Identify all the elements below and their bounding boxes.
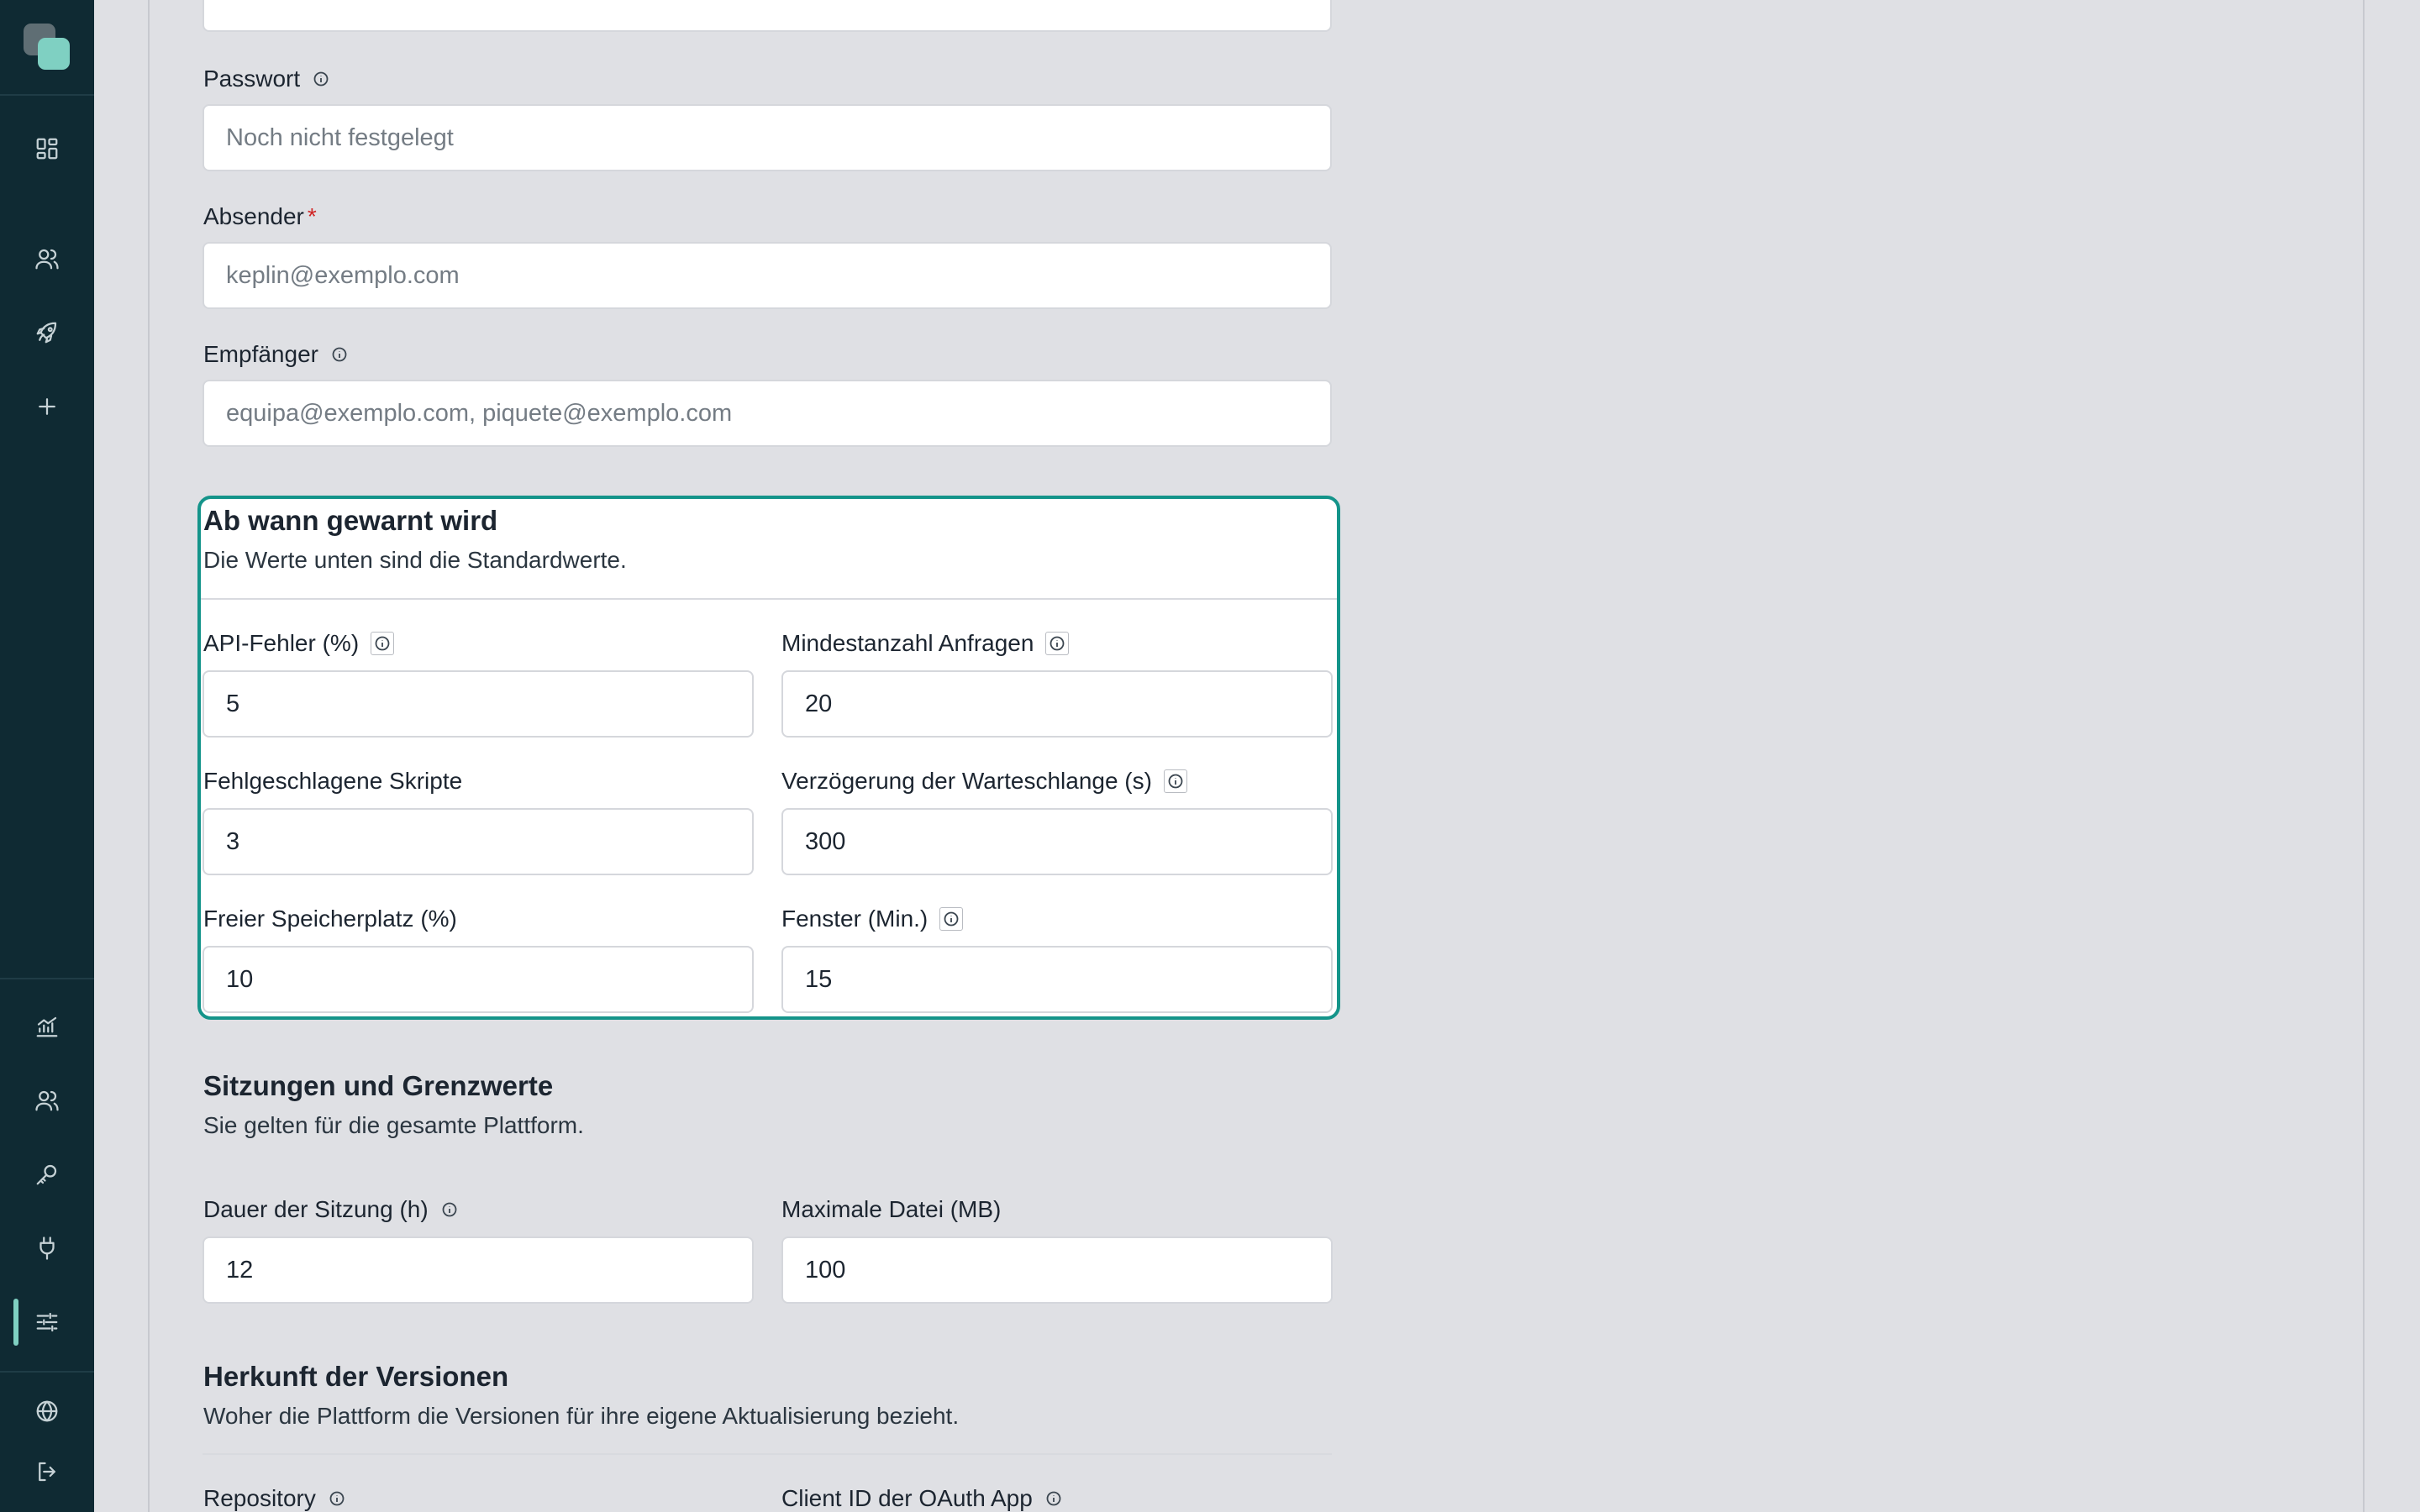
window-input[interactable]: 15 xyxy=(781,946,1333,1013)
rocket-icon[interactable] xyxy=(30,316,64,349)
password-label: Passwort xyxy=(203,64,330,94)
logout-icon[interactable] xyxy=(30,1455,64,1488)
info-icon[interactable] xyxy=(312,70,330,88)
key-icon[interactable] xyxy=(30,1158,64,1191)
sidebar-divider xyxy=(0,1371,94,1373)
password-input[interactable]: Noch nicht festgelegt xyxy=(203,104,1332,171)
repository-label: Repository xyxy=(203,1483,346,1512)
info-icon[interactable] xyxy=(1044,1489,1063,1508)
queue-delay-label-text: Verzögerung der Warteschlange (s) xyxy=(781,768,1152,794)
max-file-label: Maximale Datei (MB) xyxy=(781,1194,1001,1225)
sidebar-divider xyxy=(0,978,94,979)
session-duration-label: Dauer der Sitzung (h) xyxy=(203,1194,459,1225)
password-label-text: Passwort xyxy=(203,66,301,92)
min-requests-input[interactable]: 20 xyxy=(781,670,1333,738)
plus-icon[interactable] xyxy=(30,390,64,423)
queue-delay-label: Verzögerung der Warteschlange (s) xyxy=(781,766,1187,796)
client-id-label: Client ID der OAuth App xyxy=(781,1483,1063,1512)
team-icon[interactable] xyxy=(30,1084,64,1117)
info-icon[interactable] xyxy=(440,1200,459,1219)
sidebar xyxy=(0,0,94,1512)
info-icon[interactable] xyxy=(328,1489,346,1508)
top-input[interactable] xyxy=(203,0,1332,32)
free-storage-input[interactable]: 10 xyxy=(203,946,754,1013)
info-icon[interactable] xyxy=(939,907,964,931)
section-divider xyxy=(201,598,1337,600)
plug-icon[interactable] xyxy=(30,1231,64,1265)
versions-subtitle: Woher die Plattform die Versionen für ih… xyxy=(203,1403,960,1429)
alerts-title: Ab wann gewarnt wird xyxy=(203,505,498,536)
info-icon[interactable] xyxy=(330,345,349,364)
sender-label-text: Absender xyxy=(203,203,304,229)
recipients-label-text: Empfänger xyxy=(203,341,318,367)
users-icon[interactable] xyxy=(30,242,64,276)
required-mark: * xyxy=(307,203,317,229)
min-requests-label: Mindestanzahl Anfragen xyxy=(781,628,1070,659)
sidebar-divider xyxy=(0,94,94,96)
dashboard-icon[interactable] xyxy=(30,132,64,165)
repository-label-text: Repository xyxy=(203,1485,316,1511)
globe-icon[interactable] xyxy=(30,1394,64,1428)
info-icon[interactable] xyxy=(371,632,395,655)
failed-scripts-input[interactable]: 3 xyxy=(203,808,754,875)
queue-delay-input[interactable]: 300 xyxy=(781,808,1333,875)
api-errors-label: API-Fehler (%) xyxy=(203,628,395,659)
max-file-input[interactable]: 100 xyxy=(781,1236,1333,1304)
session-duration-label-text: Dauer der Sitzung (h) xyxy=(203,1196,429,1222)
sender-input[interactable]: keplin@exemplo.com xyxy=(203,242,1332,309)
info-icon[interactable] xyxy=(1163,769,1187,793)
sender-label: Absender * xyxy=(203,202,317,232)
chart-icon[interactable] xyxy=(30,1010,64,1043)
versions-title: Herkunft der Versionen xyxy=(203,1361,509,1392)
sliders-icon[interactable] xyxy=(30,1305,64,1339)
alert-thresholds-section xyxy=(197,496,1340,1020)
session-duration-input[interactable]: 12 xyxy=(203,1236,754,1304)
free-storage-label: Freier Speicherplatz (%) xyxy=(203,904,457,934)
window-label: Fenster (Min.) xyxy=(781,904,964,934)
sidebar-active-indicator xyxy=(13,1299,18,1346)
max-file-label-text: Maximale Datei (MB) xyxy=(781,1196,1002,1222)
recipients-input[interactable]: equipa@exemplo.com, piquete@exemplo.com xyxy=(203,380,1332,447)
free-storage-label-text: Freier Speicherplatz (%) xyxy=(203,906,457,932)
app-logo[interactable] xyxy=(24,24,71,71)
sessions-title: Sitzungen und Grenzwerte xyxy=(203,1070,554,1101)
client-id-label-text: Client ID der OAuth App xyxy=(781,1485,1033,1511)
logo-square-front xyxy=(38,38,70,70)
window-label-text: Fenster (Min.) xyxy=(781,906,929,932)
recipients-label: Empfänger xyxy=(203,339,349,370)
api-errors-label-text: API-Fehler (%) xyxy=(203,630,360,656)
failed-scripts-label: Fehlgeschlagene Skripte xyxy=(203,766,462,796)
failed-scripts-label-text: Fehlgeschlagene Skripte xyxy=(203,768,463,794)
alerts-subtitle: Die Werte unten sind die Standardwerte. xyxy=(203,547,627,573)
info-icon[interactable] xyxy=(1045,632,1070,655)
sessions-subtitle: Sie gelten für die gesamte Plattform. xyxy=(203,1112,584,1138)
min-requests-label-text: Mindestanzahl Anfragen xyxy=(781,630,1034,656)
section-divider xyxy=(203,1453,1332,1455)
api-errors-input[interactable]: 5 xyxy=(203,670,754,738)
